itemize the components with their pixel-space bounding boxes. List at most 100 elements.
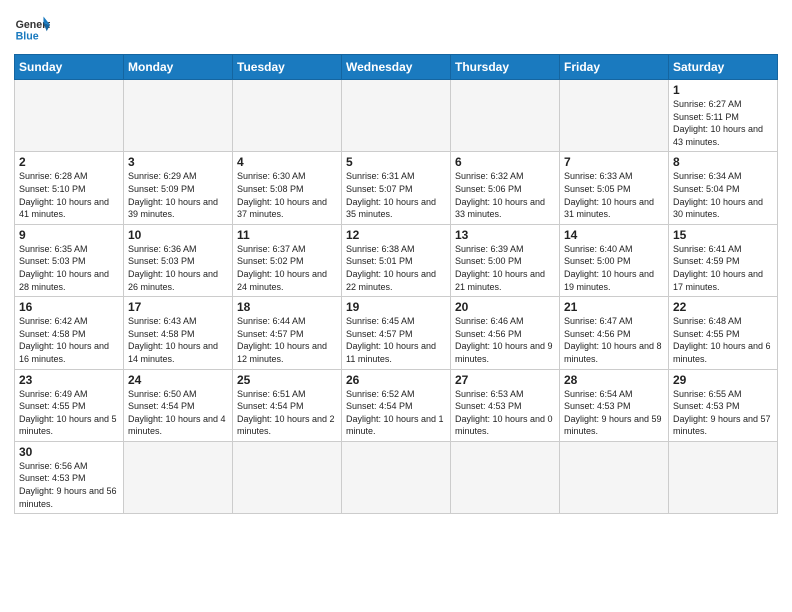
svg-text:Blue: Blue <box>16 30 39 42</box>
day-info: Sunrise: 6:50 AM Sunset: 4:54 PM Dayligh… <box>128 388 228 438</box>
day-number: 10 <box>128 228 228 242</box>
day-number: 12 <box>346 228 446 242</box>
calendar-week-6: 30Sunrise: 6:56 AM Sunset: 4:53 PM Dayli… <box>15 441 778 513</box>
weekday-header-thursday: Thursday <box>451 55 560 80</box>
calendar-cell: 20Sunrise: 6:46 AM Sunset: 4:56 PM Dayli… <box>451 297 560 369</box>
day-number: 21 <box>564 300 664 314</box>
day-number: 5 <box>346 155 446 169</box>
calendar-table: SundayMondayTuesdayWednesdayThursdayFrid… <box>14 54 778 514</box>
day-info: Sunrise: 6:40 AM Sunset: 5:00 PM Dayligh… <box>564 243 664 293</box>
calendar-week-1: 1Sunrise: 6:27 AM Sunset: 5:11 PM Daylig… <box>15 80 778 152</box>
day-number: 13 <box>455 228 555 242</box>
calendar-week-5: 23Sunrise: 6:49 AM Sunset: 4:55 PM Dayli… <box>15 369 778 441</box>
day-info: Sunrise: 6:44 AM Sunset: 4:57 PM Dayligh… <box>237 315 337 365</box>
day-info: Sunrise: 6:37 AM Sunset: 5:02 PM Dayligh… <box>237 243 337 293</box>
day-number: 15 <box>673 228 773 242</box>
calendar-cell: 21Sunrise: 6:47 AM Sunset: 4:56 PM Dayli… <box>560 297 669 369</box>
day-number: 1 <box>673 83 773 97</box>
day-number: 22 <box>673 300 773 314</box>
day-number: 20 <box>455 300 555 314</box>
day-number: 4 <box>237 155 337 169</box>
day-number: 3 <box>128 155 228 169</box>
calendar-cell: 14Sunrise: 6:40 AM Sunset: 5:00 PM Dayli… <box>560 224 669 296</box>
weekday-header-friday: Friday <box>560 55 669 80</box>
day-info: Sunrise: 6:43 AM Sunset: 4:58 PM Dayligh… <box>128 315 228 365</box>
day-info: Sunrise: 6:32 AM Sunset: 5:06 PM Dayligh… <box>455 170 555 220</box>
day-info: Sunrise: 6:53 AM Sunset: 4:53 PM Dayligh… <box>455 388 555 438</box>
day-number: 6 <box>455 155 555 169</box>
calendar-cell: 12Sunrise: 6:38 AM Sunset: 5:01 PM Dayli… <box>342 224 451 296</box>
calendar-cell <box>233 441 342 513</box>
day-info: Sunrise: 6:33 AM Sunset: 5:05 PM Dayligh… <box>564 170 664 220</box>
day-number: 27 <box>455 373 555 387</box>
day-number: 28 <box>564 373 664 387</box>
calendar-cell: 10Sunrise: 6:36 AM Sunset: 5:03 PM Dayli… <box>124 224 233 296</box>
calendar-cell: 22Sunrise: 6:48 AM Sunset: 4:55 PM Dayli… <box>669 297 778 369</box>
logo: General Blue <box>14 10 50 46</box>
calendar-cell <box>560 441 669 513</box>
calendar-cell <box>15 80 124 152</box>
day-number: 16 <box>19 300 119 314</box>
day-info: Sunrise: 6:47 AM Sunset: 4:56 PM Dayligh… <box>564 315 664 365</box>
calendar-cell: 6Sunrise: 6:32 AM Sunset: 5:06 PM Daylig… <box>451 152 560 224</box>
calendar-cell: 25Sunrise: 6:51 AM Sunset: 4:54 PM Dayli… <box>233 369 342 441</box>
weekday-header-tuesday: Tuesday <box>233 55 342 80</box>
day-info: Sunrise: 6:30 AM Sunset: 5:08 PM Dayligh… <box>237 170 337 220</box>
day-info: Sunrise: 6:49 AM Sunset: 4:55 PM Dayligh… <box>19 388 119 438</box>
day-number: 30 <box>19 445 119 459</box>
calendar-cell: 11Sunrise: 6:37 AM Sunset: 5:02 PM Dayli… <box>233 224 342 296</box>
day-number: 11 <box>237 228 337 242</box>
day-info: Sunrise: 6:52 AM Sunset: 4:54 PM Dayligh… <box>346 388 446 438</box>
day-info: Sunrise: 6:28 AM Sunset: 5:10 PM Dayligh… <box>19 170 119 220</box>
calendar-cell: 17Sunrise: 6:43 AM Sunset: 4:58 PM Dayli… <box>124 297 233 369</box>
calendar-cell: 24Sunrise: 6:50 AM Sunset: 4:54 PM Dayli… <box>124 369 233 441</box>
weekday-header-sunday: Sunday <box>15 55 124 80</box>
calendar-week-4: 16Sunrise: 6:42 AM Sunset: 4:58 PM Dayli… <box>15 297 778 369</box>
day-info: Sunrise: 6:51 AM Sunset: 4:54 PM Dayligh… <box>237 388 337 438</box>
day-info: Sunrise: 6:38 AM Sunset: 5:01 PM Dayligh… <box>346 243 446 293</box>
day-number: 9 <box>19 228 119 242</box>
day-info: Sunrise: 6:29 AM Sunset: 5:09 PM Dayligh… <box>128 170 228 220</box>
day-info: Sunrise: 6:45 AM Sunset: 4:57 PM Dayligh… <box>346 315 446 365</box>
day-info: Sunrise: 6:27 AM Sunset: 5:11 PM Dayligh… <box>673 98 773 148</box>
calendar-cell: 5Sunrise: 6:31 AM Sunset: 5:07 PM Daylig… <box>342 152 451 224</box>
page: General Blue SundayMondayTuesdayWednesda… <box>0 0 792 612</box>
day-number: 18 <box>237 300 337 314</box>
calendar-cell: 18Sunrise: 6:44 AM Sunset: 4:57 PM Dayli… <box>233 297 342 369</box>
calendar-cell <box>124 80 233 152</box>
day-info: Sunrise: 6:34 AM Sunset: 5:04 PM Dayligh… <box>673 170 773 220</box>
calendar-cell: 27Sunrise: 6:53 AM Sunset: 4:53 PM Dayli… <box>451 369 560 441</box>
calendar-cell: 16Sunrise: 6:42 AM Sunset: 4:58 PM Dayli… <box>15 297 124 369</box>
day-number: 29 <box>673 373 773 387</box>
day-number: 26 <box>346 373 446 387</box>
day-number: 7 <box>564 155 664 169</box>
day-number: 8 <box>673 155 773 169</box>
day-info: Sunrise: 6:56 AM Sunset: 4:53 PM Dayligh… <box>19 460 119 510</box>
day-info: Sunrise: 6:41 AM Sunset: 4:59 PM Dayligh… <box>673 243 773 293</box>
day-info: Sunrise: 6:42 AM Sunset: 4:58 PM Dayligh… <box>19 315 119 365</box>
day-info: Sunrise: 6:55 AM Sunset: 4:53 PM Dayligh… <box>673 388 773 438</box>
calendar-cell: 26Sunrise: 6:52 AM Sunset: 4:54 PM Dayli… <box>342 369 451 441</box>
day-number: 14 <box>564 228 664 242</box>
weekday-header-saturday: Saturday <box>669 55 778 80</box>
day-info: Sunrise: 6:39 AM Sunset: 5:00 PM Dayligh… <box>455 243 555 293</box>
weekday-header-monday: Monday <box>124 55 233 80</box>
day-info: Sunrise: 6:36 AM Sunset: 5:03 PM Dayligh… <box>128 243 228 293</box>
calendar-cell: 23Sunrise: 6:49 AM Sunset: 4:55 PM Dayli… <box>15 369 124 441</box>
logo-icon: General Blue <box>14 10 50 46</box>
header: General Blue <box>14 10 778 46</box>
calendar-cell: 9Sunrise: 6:35 AM Sunset: 5:03 PM Daylig… <box>15 224 124 296</box>
day-number: 19 <box>346 300 446 314</box>
weekday-header-wednesday: Wednesday <box>342 55 451 80</box>
day-info: Sunrise: 6:31 AM Sunset: 5:07 PM Dayligh… <box>346 170 446 220</box>
calendar-cell <box>669 441 778 513</box>
calendar-cell: 4Sunrise: 6:30 AM Sunset: 5:08 PM Daylig… <box>233 152 342 224</box>
calendar-cell <box>560 80 669 152</box>
calendar-week-2: 2Sunrise: 6:28 AM Sunset: 5:10 PM Daylig… <box>15 152 778 224</box>
calendar-cell: 29Sunrise: 6:55 AM Sunset: 4:53 PM Dayli… <box>669 369 778 441</box>
calendar-cell: 3Sunrise: 6:29 AM Sunset: 5:09 PM Daylig… <box>124 152 233 224</box>
day-number: 25 <box>237 373 337 387</box>
calendar-cell <box>233 80 342 152</box>
calendar-cell <box>342 441 451 513</box>
calendar-cell: 30Sunrise: 6:56 AM Sunset: 4:53 PM Dayli… <box>15 441 124 513</box>
